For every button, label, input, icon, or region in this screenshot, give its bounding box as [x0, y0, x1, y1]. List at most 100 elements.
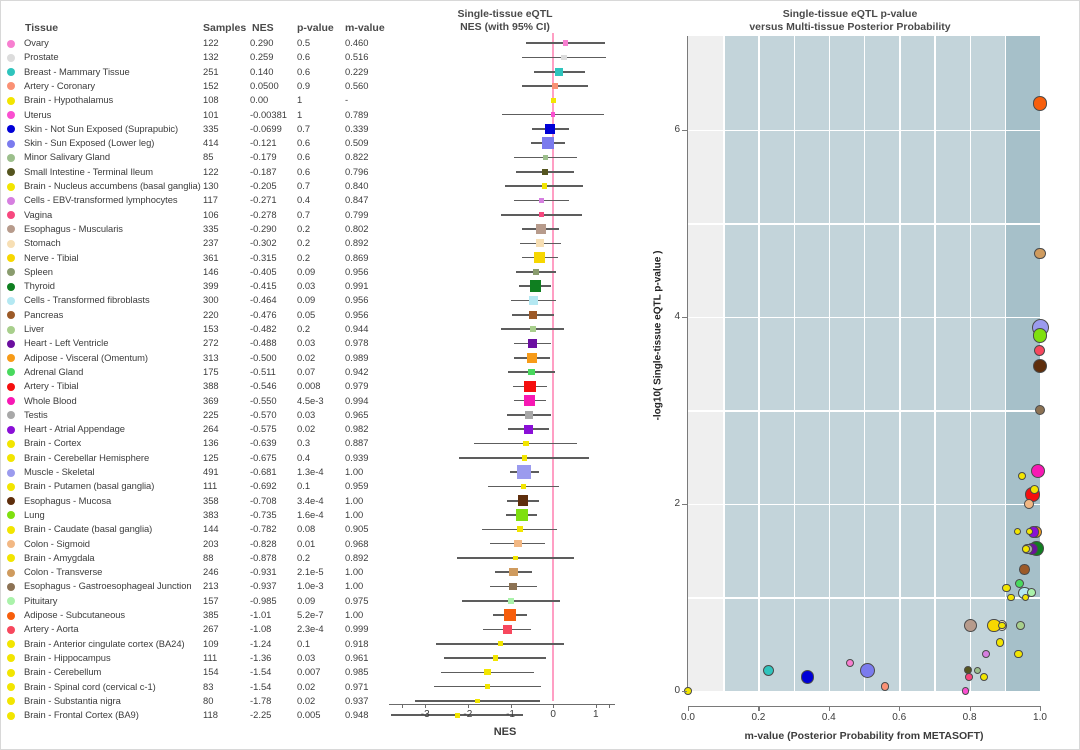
table-row[interactable]: Brain - Hypothalamus 108 0.00 1 - — [0, 93, 380, 107]
table-row[interactable]: Brain - Frontal Cortex (BA9) 118 -2.25 0.00… — [0, 708, 380, 722]
forest-marker[interactable] — [562, 40, 569, 46]
scatter-point[interactable] — [1017, 471, 1026, 480]
table-row[interactable]: Heart - Left Ventricle 272 -0.488 0.03 0.978 — [0, 336, 380, 350]
table-row[interactable]: Whole Blood 369 -0.550 4.5e-3 0.994 — [0, 394, 380, 408]
table-row[interactable]: Ovary 122 0.290 0.5 0.460 — [0, 36, 380, 50]
scatter-point[interactable] — [965, 673, 974, 681]
forest-marker[interactable] — [561, 54, 568, 61]
scatter-point[interactable] — [998, 621, 1006, 630]
table-row[interactable]: Skin - Not Sun Exposed (Suprapubic) 335 -0… — [0, 122, 380, 136]
forest-marker[interactable] — [523, 440, 529, 447]
forest-marker[interactable] — [538, 212, 544, 218]
scatter-point[interactable] — [1022, 544, 1031, 553]
forest-marker[interactable] — [484, 669, 491, 676]
scatter-point[interactable] — [1033, 344, 1046, 357]
table-row[interactable]: Artery - Coronary 152 0.0500 0.9 0.560 — [0, 79, 380, 93]
table-row[interactable]: Artery - Tibial 388 -0.546 0.008 0.979 — [0, 379, 380, 393]
forest-marker[interactable] — [524, 411, 533, 419]
scatter-point[interactable] — [1023, 498, 1034, 509]
table-row[interactable]: Brain - Cerebellar Hemisphere 125 -0.675 0.… — [0, 451, 380, 465]
forest-marker[interactable] — [526, 352, 537, 363]
forest-marker[interactable] — [550, 97, 556, 103]
table-row[interactable]: Esophagus - Mucosa 358 -0.708 3.4e-4 1.00 — [0, 494, 380, 508]
table-row[interactable]: Cells - EBV-transformed lymphocytes 117 -0… — [0, 193, 380, 207]
forest-marker[interactable] — [492, 655, 498, 661]
scatter-point[interactable] — [963, 618, 977, 633]
forest-marker[interactable] — [544, 123, 556, 135]
scatter-point[interactable] — [1014, 649, 1023, 658]
table-row[interactable]: Brain - Hippocampus 111 -1.36 0.03 0.961 — [0, 651, 380, 665]
scatter-point[interactable] — [996, 638, 1005, 647]
table-row[interactable]: Muscle - Skeletal 491 -0.681 1.3e-4 1.00 — [0, 465, 380, 479]
forest-marker[interactable] — [541, 137, 555, 150]
scatter-point[interactable] — [1015, 621, 1025, 630]
table-row[interactable]: Heart - Atrial Appendage 264 -0.575 0.02 0.9… — [0, 422, 380, 436]
scatter-point[interactable] — [859, 662, 875, 678]
forest-marker[interactable] — [521, 483, 527, 490]
scatter-point[interactable] — [1002, 583, 1011, 593]
table-row[interactable]: Stomach 237 -0.302 0.2 0.892 — [0, 236, 380, 250]
forest-marker[interactable] — [517, 465, 532, 480]
forest-marker[interactable] — [509, 568, 518, 577]
forest-marker[interactable] — [508, 597, 515, 604]
table-row[interactable]: Lung 383 -0.735 1.6e-4 1.00 — [0, 508, 380, 522]
forest-marker[interactable] — [509, 582, 517, 591]
scatter-point[interactable] — [1033, 359, 1047, 374]
scatter-point[interactable] — [1030, 464, 1045, 479]
table-row[interactable]: Prostate 132 0.259 0.6 0.516 — [0, 50, 380, 64]
forest-marker[interactable] — [517, 495, 529, 507]
table-row[interactable]: Testis 225 -0.570 0.03 0.965 — [0, 408, 380, 422]
table-row[interactable]: Nerve - Tibial 361 -0.315 0.2 0.869 — [0, 251, 380, 265]
forest-marker[interactable] — [454, 712, 460, 718]
table-row[interactable]: Brain - Amygdala 88 -0.878 0.2 0.892 — [0, 551, 380, 565]
table-row[interactable]: Uterus 101 -0.00381 1 0.789 — [0, 108, 380, 122]
table-row[interactable]: Liver 153 -0.482 0.2 0.944 — [0, 322, 380, 336]
scatter-point[interactable] — [1032, 96, 1048, 111]
forest-marker[interactable] — [475, 698, 480, 704]
table-row[interactable]: Brain - Substantia nigra 80 -1.78 0.02 0.937 — [0, 694, 380, 708]
forest-marker[interactable] — [524, 424, 534, 434]
table-row[interactable]: Vagina 106 -0.278 0.7 0.799 — [0, 208, 380, 222]
table-row[interactable]: Esophagus - Gastroesophageal Junction 213… — [0, 579, 380, 593]
forest-marker[interactable] — [497, 641, 503, 647]
table-row[interactable]: Adipose - Visceral (Omentum) 313 -0.500 0.0… — [0, 351, 380, 365]
table-row[interactable]: Thyroid 399 -0.415 0.03 0.991 — [0, 279, 380, 293]
forest-marker[interactable] — [550, 112, 556, 118]
table-row[interactable]: Colon - Transverse 246 -0.931 2.1e-5 1.00 — [0, 565, 380, 579]
forest-marker[interactable] — [529, 326, 536, 333]
forest-marker[interactable] — [528, 368, 535, 376]
scatter-point[interactable] — [845, 658, 854, 667]
table-row[interactable]: Adrenal Gland 175 -0.511 0.07 0.942 — [0, 365, 380, 379]
table-row[interactable]: Artery - Aorta 267 -1.08 2.3e-4 0.999 — [0, 622, 380, 636]
scatter-point[interactable] — [1032, 328, 1048, 343]
table-row[interactable]: Brain - Nucleus accumbens (basal ganglia… — [0, 179, 380, 193]
scatter-point[interactable] — [1019, 564, 1030, 575]
table-row[interactable]: Brain - Caudate (basal ganglia) 144 -0.782… — [0, 522, 380, 536]
table-row[interactable]: Pituitary 157 -0.985 0.09 0.975 — [0, 594, 380, 608]
scatter-point[interactable] — [1007, 593, 1015, 602]
forest-marker[interactable] — [543, 155, 548, 160]
forest-marker[interactable] — [529, 310, 537, 319]
scatter-point[interactable] — [800, 670, 814, 684]
forest-marker[interactable] — [535, 223, 546, 235]
table-row[interactable]: Cells - Transformed fibroblasts 300 -0.464… — [0, 293, 380, 307]
table-row[interactable]: Breast - Mammary Tissue 251 0.140 0.6 0.229 — [0, 65, 380, 79]
forest-marker[interactable] — [529, 280, 542, 293]
scatter-point[interactable] — [979, 672, 988, 682]
scatter-point[interactable] — [880, 681, 890, 691]
forest-marker[interactable] — [554, 67, 564, 76]
forest-marker[interactable] — [521, 455, 528, 461]
table-row[interactable]: Colon - Sigmoid 203 -0.828 0.01 0.968 — [0, 537, 380, 551]
forest-marker[interactable] — [513, 555, 519, 561]
forest-marker[interactable] — [552, 82, 559, 90]
forest-marker[interactable] — [532, 268, 539, 275]
table-row[interactable]: Spleen 146 -0.405 0.09 0.956 — [0, 265, 380, 279]
forest-marker[interactable] — [514, 539, 522, 548]
table-row[interactable]: Adipose - Subcutaneous 385 -1.01 5.2e-7 1.00 — [0, 608, 380, 622]
forest-marker[interactable] — [516, 526, 523, 533]
scatter-point[interactable] — [1026, 588, 1036, 598]
forest-marker[interactable] — [504, 609, 516, 621]
table-row[interactable]: Brain - Spinal cord (cervical c-1) 83 -1.5… — [0, 680, 380, 694]
table-row[interactable]: Skin - Sun Exposed (Lower leg) 414 -0.121 0… — [0, 136, 380, 150]
scatter-point[interactable] — [1034, 247, 1046, 259]
